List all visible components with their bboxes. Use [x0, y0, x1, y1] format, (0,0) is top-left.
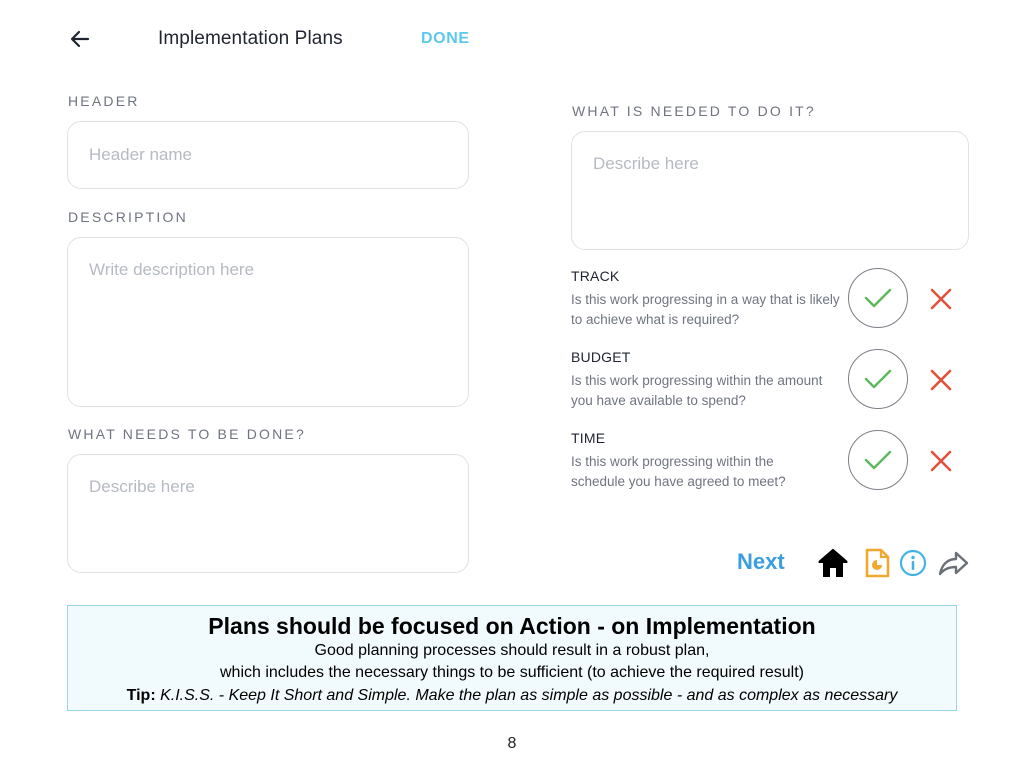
- info-icon[interactable]: [896, 547, 930, 579]
- check-icon: [864, 450, 892, 470]
- budget-title: BUDGET: [571, 349, 631, 365]
- close-icon: [930, 450, 952, 472]
- header-label: HEADER: [68, 93, 140, 109]
- description-input[interactable]: [67, 237, 469, 407]
- what-needs-done-input[interactable]: [67, 454, 469, 573]
- what-is-needed-label: WHAT IS NEEDED TO DO IT?: [572, 103, 816, 119]
- share-icon[interactable]: [936, 547, 970, 579]
- check-icon: [864, 369, 892, 389]
- page-title: Implementation Plans: [158, 28, 343, 49]
- tip-line-2: which includes the necessary things to b…: [219, 664, 805, 681]
- track-cross-button[interactable]: [928, 286, 954, 312]
- time-description: Is this work progressing within the sche…: [571, 454, 786, 489]
- page-number: 8: [507, 735, 517, 752]
- tip-line-3: Tip: K.I.S.S. - Keep It Short and Simple…: [68, 684, 956, 708]
- track-check-button[interactable]: [848, 268, 908, 328]
- track-description: Is this work progressing in a way that i…: [571, 292, 840, 327]
- close-icon: [930, 288, 952, 310]
- done-button[interactable]: DONE: [421, 30, 470, 48]
- what-needs-done-label: WHAT NEEDS TO BE DONE?: [68, 426, 306, 442]
- tip-heading: Plans should be focused on Action - on I…: [208, 613, 816, 639]
- next-button[interactable]: Next: [737, 549, 785, 575]
- description-label: DESCRIPTION: [68, 209, 188, 225]
- document-icon[interactable]: [860, 547, 894, 579]
- back-arrow-icon[interactable]: [66, 26, 96, 52]
- time-title: TIME: [571, 430, 606, 446]
- time-cross-button[interactable]: [928, 448, 954, 474]
- tip-text: K.I.S.S. - Keep It Short and Simple. Mak…: [160, 687, 898, 704]
- time-check-button[interactable]: [848, 430, 908, 490]
- header-name-input[interactable]: [67, 121, 469, 189]
- track-title: TRACK: [571, 268, 620, 284]
- home-icon[interactable]: [816, 547, 850, 579]
- tip-box: Plans should be focused on Action - on I…: [67, 605, 957, 711]
- check-icon: [864, 288, 892, 308]
- budget-description: Is this work progressing within the amou…: [571, 373, 823, 408]
- tip-prefix: Tip:: [126, 687, 156, 704]
- what-is-needed-input[interactable]: [571, 131, 969, 250]
- budget-cross-button[interactable]: [928, 367, 954, 393]
- tip-line-1: Good planning processes should result in…: [314, 642, 710, 659]
- close-icon: [930, 369, 952, 391]
- budget-check-button[interactable]: [848, 349, 908, 409]
